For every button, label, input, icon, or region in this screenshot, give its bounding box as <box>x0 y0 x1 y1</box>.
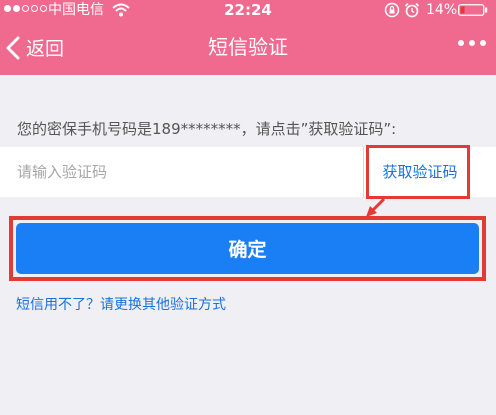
more-dots-icon[interactable] <box>458 40 486 46</box>
verification-code-input[interactable] <box>0 147 360 197</box>
rotation-lock-icon <box>384 2 400 18</box>
battery-percent: 14% <box>426 2 458 18</box>
alternate-verification-link[interactable]: 短信用不了？请更换其他验证方式 <box>16 294 226 314</box>
phone-hint-text: 您的密保手机号码是189********，请点击”获取验证码”: <box>17 120 397 138</box>
input-divider <box>363 147 364 197</box>
nav-bar: 返回 短信验证 <box>0 20 496 75</box>
alarm-icon <box>404 2 420 18</box>
header: 中国电信 22:24 14% 返回 短信验证 <box>0 0 496 75</box>
battery-icon <box>458 4 488 16</box>
page-title: 短信验证 <box>208 35 288 59</box>
status-bar: 中国电信 22:24 14% <box>0 0 496 20</box>
get-code-button[interactable]: 获取验证码 <box>370 147 470 197</box>
confirm-button[interactable]: 确定 <box>16 223 479 274</box>
status-time: 22:24 <box>224 1 272 19</box>
